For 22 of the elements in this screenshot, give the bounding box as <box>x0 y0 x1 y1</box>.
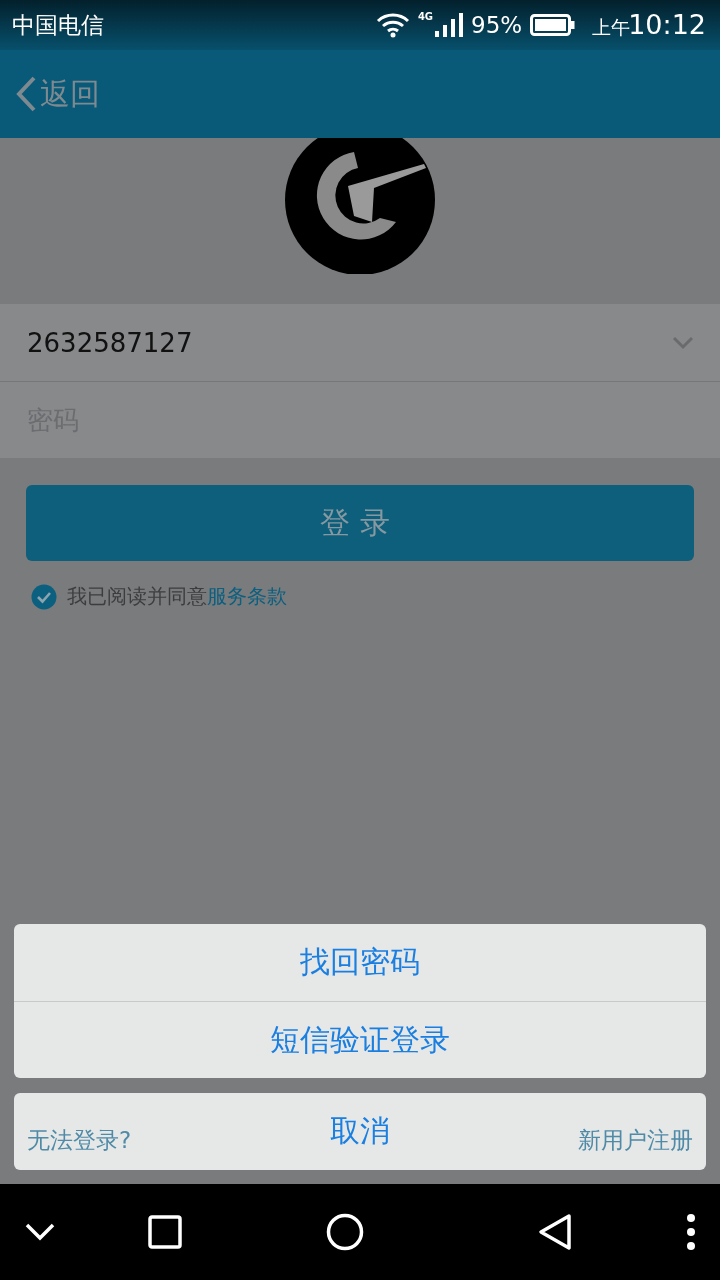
more-icon[interactable] <box>686 1213 696 1251</box>
agreement-checkbox[interactable] <box>31 583 57 610</box>
back-icon[interactable] <box>538 1213 572 1251</box>
cannot-login-link[interactable]: 无法登录? <box>27 1125 132 1156</box>
network-type: 4G <box>417 10 434 22</box>
sheet-option[interactable]: 短信验证登录 <box>14 1001 706 1078</box>
terms-link[interactable]: 服务条款 <box>207 584 287 608</box>
recent-apps-icon[interactable] <box>148 1215 182 1249</box>
battery-icon <box>530 13 577 37</box>
account-value: 2632587127 <box>27 327 193 358</box>
register-link[interactable]: 新用户注册 <box>578 1125 693 1156</box>
time-period: 上午 <box>592 15 631 40</box>
agreement-text: 我已阅读并同意服务条款 <box>67 583 287 610</box>
back-button[interactable]: 返回 <box>14 73 100 115</box>
signal-icon <box>435 12 464 38</box>
login-button[interactable]: 登录 <box>26 485 694 561</box>
wifi-icon <box>375 12 410 38</box>
chevron-down-icon[interactable] <box>24 1222 56 1242</box>
sheet-option[interactable]: 找回密码 <box>14 924 706 1001</box>
carrier-name: 中国电信 <box>12 10 104 40</box>
battery-level: 95% <box>471 12 523 38</box>
home-icon[interactable] <box>326 1213 364 1251</box>
